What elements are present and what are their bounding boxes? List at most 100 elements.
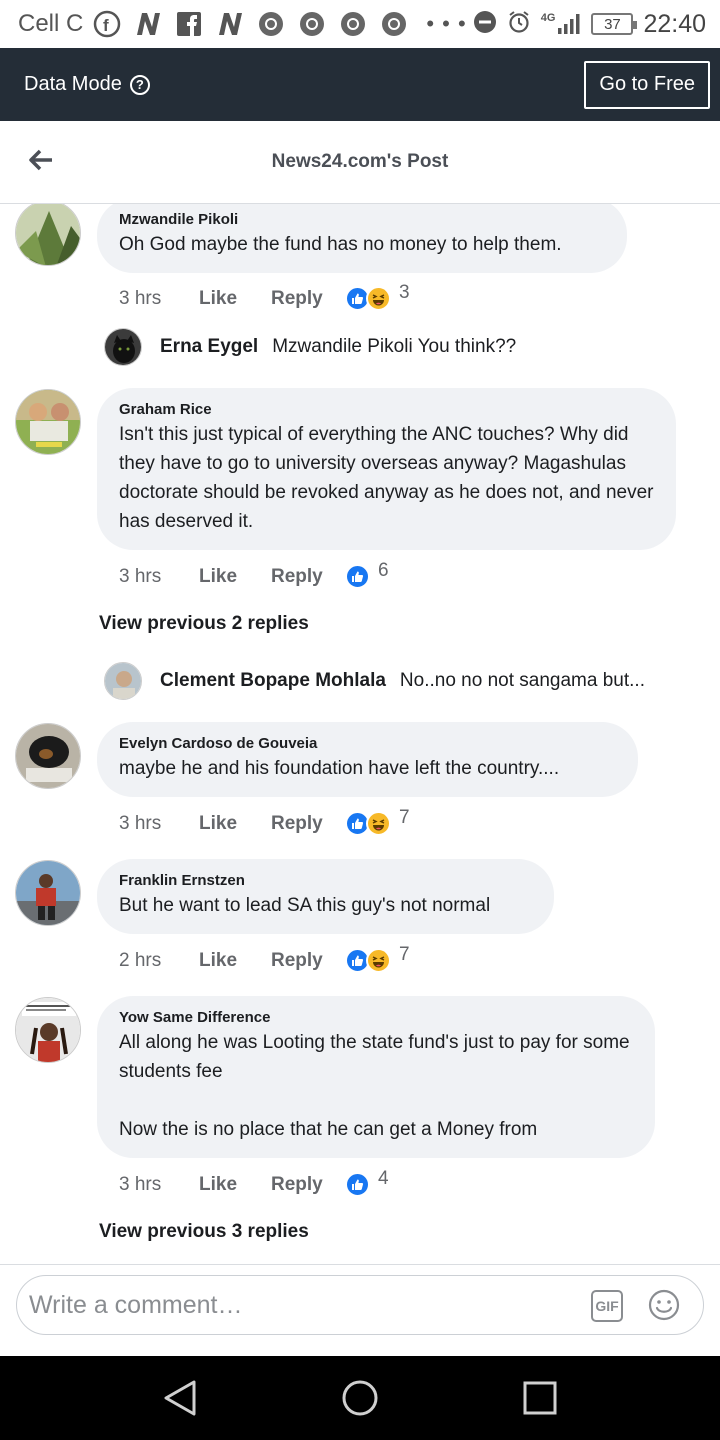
comment-actions: 2 hrs Like Reply 7 (119, 944, 410, 973)
system-icons: 4G 37 22:40 (473, 10, 706, 39)
chrome-icon (380, 10, 408, 38)
comment-text: maybe he and his foundation have left th… (119, 758, 560, 779)
comment-bubble[interactable]: Mzwandile Pikoli Oh God maybe the fund h… (97, 204, 627, 273)
like-reaction-icon (345, 564, 370, 589)
like-button[interactable]: Like (199, 813, 271, 835)
reaction-count: 4 (378, 1167, 389, 1189)
alarm-icon (507, 10, 531, 39)
reply-button[interactable]: Reply (271, 288, 345, 310)
view-previous-replies-link[interactable]: View previous 2 replies (99, 613, 309, 635)
reactions-summary[interactable]: 3 (345, 282, 410, 311)
comment-bubble[interactable]: Graham Rice Isn't this just typical of e… (97, 388, 676, 550)
reactions-summary[interactable]: 7 (345, 807, 410, 836)
reply-author[interactable]: Clement Bopape Mohlala (160, 670, 386, 692)
post-header: News24.com's Post (0, 121, 720, 204)
avatar[interactable] (15, 860, 81, 926)
comment-text: Isn't this just typical of everything th… (119, 424, 654, 532)
reply-button[interactable]: Reply (271, 813, 345, 835)
reply-preview[interactable]: Clement Bopape Mohlala No..no no not san… (104, 662, 645, 700)
news-n-icon (216, 10, 244, 38)
comment-time[interactable]: 3 hrs (119, 566, 199, 588)
carrier-label: Cell C (18, 10, 84, 37)
go-to-free-button[interactable]: Go to Free (584, 60, 710, 109)
like-reaction-icon (345, 1172, 370, 1197)
clock: 22:40 (643, 9, 706, 38)
haha-reaction-icon (366, 811, 391, 836)
gif-icon[interactable]: GIF (591, 1290, 623, 1322)
comment-author[interactable]: Evelyn Cardoso de Gouveia (119, 734, 616, 754)
facebook-f-icon (175, 10, 203, 38)
like-button[interactable]: Like (199, 566, 271, 588)
haha-reaction-icon (366, 286, 391, 311)
reactions-summary[interactable]: 4 (345, 1168, 389, 1197)
reply-text: No..no no not sangama but... (399, 670, 645, 691)
comment-time[interactable]: 3 hrs (119, 1174, 199, 1196)
comment-bubble[interactable]: Evelyn Cardoso de Gouveia maybe he and h… (97, 722, 638, 797)
reaction-count: 7 (399, 943, 410, 965)
reaction-count: 7 (399, 806, 410, 828)
help-icon[interactable]: ? (129, 74, 150, 95)
comment-input[interactable]: Write a comment… GIF (16, 1275, 704, 1335)
view-previous-replies-link[interactable]: View previous 3 replies (99, 1221, 309, 1243)
comment-time[interactable]: 3 hrs (119, 813, 199, 835)
recents-nav-icon[interactable] (520, 1378, 560, 1418)
comment-actions: 3 hrs Like Reply 7 (119, 807, 410, 836)
comment-text: Oh God maybe the fund has no money to he… (119, 234, 562, 255)
notification-icons: f (93, 10, 408, 38)
reactions-summary[interactable]: 6 (345, 560, 389, 589)
back-arrow-icon[interactable] (28, 147, 54, 173)
comment-time[interactable]: 2 hrs (119, 950, 199, 972)
comments-list[interactable]: Mzwandile Pikoli Oh God maybe the fund h… (0, 204, 720, 1264)
battery-icon: 37 (591, 13, 638, 35)
facebook-icon: f (93, 10, 121, 38)
comment-author[interactable]: Yow Same Difference (119, 1008, 633, 1028)
reply-text: Mzwandile Pikoli You think?? (272, 336, 517, 357)
like-button[interactable]: Like (199, 288, 271, 310)
avatar[interactable] (15, 723, 81, 789)
data-mode-bar: Data Mode ? Go to Free (0, 48, 720, 121)
emoji-icon[interactable] (647, 1288, 681, 1322)
like-button[interactable]: Like (199, 1174, 271, 1196)
chrome-icon (257, 10, 285, 38)
comment-actions: 3 hrs Like Reply 4 (119, 1168, 389, 1197)
reply-button[interactable]: Reply (271, 1174, 345, 1196)
like-button[interactable]: Like (199, 950, 271, 972)
chrome-icon (339, 10, 367, 38)
reaction-count: 3 (399, 281, 410, 303)
reply-button[interactable]: Reply (271, 950, 345, 972)
signal-icon: 4G (541, 12, 582, 36)
comment-actions: 3 hrs Like Reply 3 (119, 282, 410, 311)
comment-author[interactable]: Franklin Ernstzen (119, 871, 532, 891)
comment-bubble[interactable]: Franklin Ernstzen But he want to lead SA… (97, 859, 554, 934)
status-bar: Cell C f • • • 4G 37 22:40 (0, 0, 720, 48)
news-n-icon (134, 10, 162, 38)
avatar[interactable] (15, 204, 81, 266)
comment-time[interactable]: 3 hrs (119, 288, 199, 310)
svg-text:f: f (103, 16, 109, 35)
network-type-label: 4G (540, 12, 556, 24)
chrome-icon (298, 10, 326, 38)
comment-bubble[interactable]: Yow Same Difference All along he was Loo… (97, 996, 655, 1158)
comment-text: All along he was Looting the state fund'… (119, 1032, 630, 1140)
more-notifications-icon: • • • (426, 11, 467, 36)
comment-composer: Write a comment… GIF (0, 1264, 720, 1356)
system-navigation-bar (0, 1356, 720, 1440)
back-nav-icon[interactable] (160, 1378, 200, 1418)
avatar[interactable] (104, 328, 142, 366)
comment-author[interactable]: Mzwandile Pikoli (119, 210, 605, 230)
reply-preview[interactable]: Erna Eygel Mzwandile Pikoli You think?? (104, 328, 516, 366)
avatar[interactable] (15, 389, 81, 455)
reply-author[interactable]: Erna Eygel (160, 336, 258, 358)
comment-author[interactable]: Graham Rice (119, 400, 654, 420)
reaction-count: 6 (378, 559, 389, 581)
comment-actions: 3 hrs Like Reply 6 (119, 560, 389, 589)
home-nav-icon[interactable] (340, 1378, 380, 1418)
haha-reaction-icon (366, 948, 391, 973)
do-not-disturb-icon (473, 10, 497, 39)
data-mode-label: Data Mode (24, 73, 122, 95)
avatar[interactable] (15, 997, 81, 1063)
avatar[interactable] (104, 662, 142, 700)
reactions-summary[interactable]: 7 (345, 944, 410, 973)
reply-button[interactable]: Reply (271, 566, 345, 588)
comment-text: But he want to lead SA this guy's not no… (119, 895, 491, 916)
